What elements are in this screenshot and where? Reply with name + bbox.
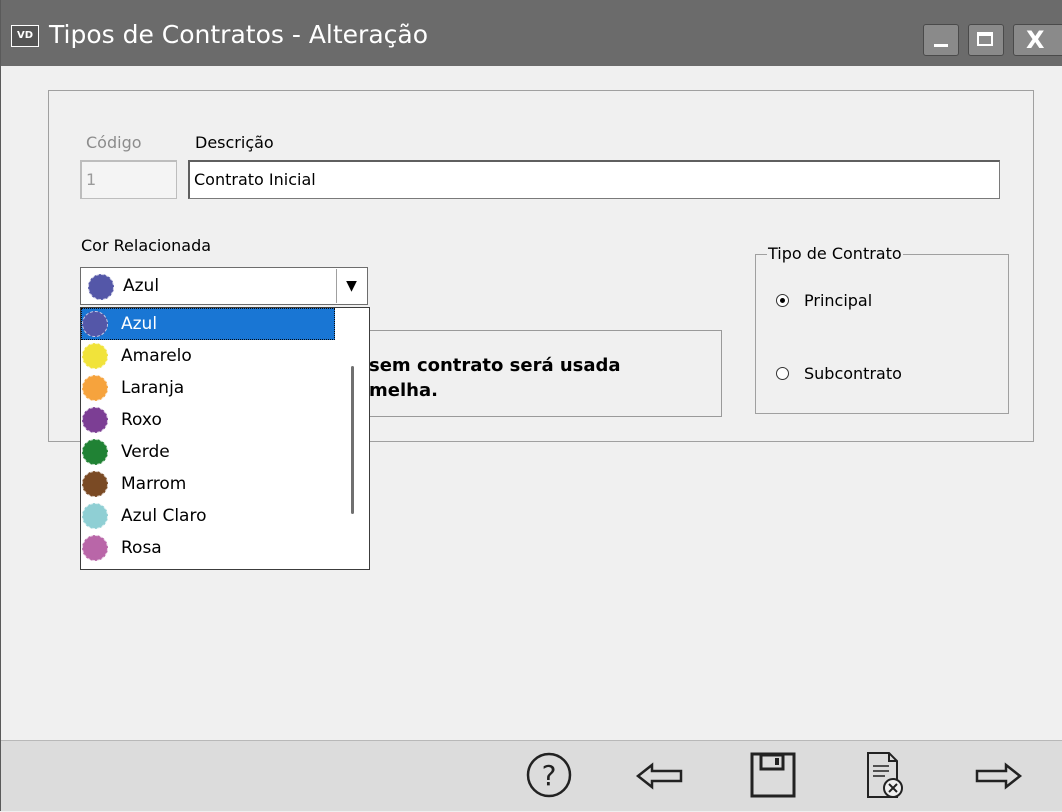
- back-button[interactable]: [626, 741, 692, 812]
- codigo-field: 1: [80, 160, 177, 199]
- app-icon: VD: [11, 25, 39, 47]
- cor-selected-value: Azul: [123, 276, 160, 296]
- radio-principal[interactable]: [776, 294, 789, 307]
- window: VD Tipos de Contratos - Alteração X Códi…: [0, 0, 1062, 811]
- forward-button[interactable]: [966, 741, 1032, 812]
- color-swatch: [82, 503, 108, 529]
- dropdown-option-label: Rosa: [121, 538, 162, 558]
- cor-dropdown-list[interactable]: Azul Amarelo Laranja Roxo Verde Marrom Azul Cl…: [80, 307, 370, 570]
- save-button[interactable]: [741, 741, 807, 812]
- svg-text:?: ?: [542, 759, 557, 792]
- cor-relacionada-label: Cor Relacionada: [81, 236, 212, 255]
- cor-relacionada-select[interactable]: Azul ▼: [80, 267, 368, 305]
- info-text-line-1: sem contrato será usada: [369, 355, 621, 376]
- color-swatch: [82, 375, 108, 401]
- forward-arrow-icon: [975, 762, 1023, 790]
- dropdown-option[interactable]: Azul: [81, 308, 335, 340]
- color-swatch: [82, 407, 108, 433]
- descricao-label: Descrição: [195, 133, 274, 152]
- dropdown-option-label: Azul Claro: [121, 506, 207, 526]
- dropdown-option[interactable]: Laranja: [81, 372, 335, 404]
- close-icon: X: [1026, 26, 1045, 54]
- dropdown-option-label: Roxo: [121, 410, 162, 430]
- maximize-icon: [977, 32, 993, 46]
- scrollbar-thumb[interactable]: [351, 366, 354, 514]
- title-bar[interactable]: VD Tipos de Contratos - Alteração X: [1, 0, 1062, 66]
- dropdown-scrollbar[interactable]: [337, 308, 369, 569]
- info-text-line-2: melha.: [369, 380, 438, 401]
- save-icon: [750, 752, 796, 798]
- color-swatch: [88, 274, 114, 300]
- tipo-contrato-group: [755, 254, 1009, 414]
- radio-subcontrato[interactable]: [776, 367, 789, 380]
- help-icon: ?: [526, 752, 572, 798]
- dropdown-option-label: Marrom: [121, 474, 187, 494]
- color-swatch: [82, 343, 108, 369]
- back-arrow-icon: [635, 762, 683, 790]
- radio-subcontrato-label[interactable]: Subcontrato: [804, 364, 902, 384]
- tipo-contrato-legend: Tipo de Contrato: [767, 244, 903, 264]
- dropdown-option[interactable]: Marrom: [81, 468, 335, 500]
- dropdown-option[interactable]: Verde: [81, 436, 335, 468]
- color-swatch: [82, 311, 108, 337]
- close-button[interactable]: X: [1013, 24, 1062, 56]
- dropdown-option-label: Verde: [121, 442, 170, 462]
- info-message-box: sem contrato será usada melha.: [331, 330, 722, 417]
- minimize-icon: [934, 44, 948, 47]
- minimize-button[interactable]: [923, 24, 959, 56]
- dropdown-option-label: Azul: [121, 314, 158, 334]
- dropdown-option[interactable]: Roxo: [81, 404, 335, 436]
- dropdown-option-label: Amarelo: [121, 346, 192, 366]
- bottom-toolbar: ?: [1, 740, 1062, 811]
- codigo-label: Código: [86, 133, 142, 152]
- color-swatch: [82, 535, 108, 561]
- cancel-document-icon: [867, 752, 903, 798]
- help-button[interactable]: ?: [516, 741, 582, 812]
- radio-checked-dot: [780, 298, 785, 303]
- descricao-field[interactable]: Contrato Inicial: [188, 160, 1000, 199]
- dropdown-option[interactable]: Azul Claro: [81, 500, 335, 532]
- window-title: Tipos de Contratos - Alteração: [49, 20, 429, 49]
- chevron-down-icon[interactable]: ▼: [336, 269, 366, 303]
- radio-principal-label[interactable]: Principal: [804, 291, 872, 311]
- dropdown-option[interactable]: Rosa: [81, 532, 335, 564]
- dropdown-option-label: Laranja: [121, 378, 185, 398]
- color-swatch: [82, 439, 108, 465]
- cancel-button[interactable]: [851, 741, 917, 812]
- maximize-button[interactable]: [968, 24, 1004, 56]
- dropdown-option[interactable]: Amarelo: [81, 340, 335, 372]
- color-swatch: [82, 471, 108, 497]
